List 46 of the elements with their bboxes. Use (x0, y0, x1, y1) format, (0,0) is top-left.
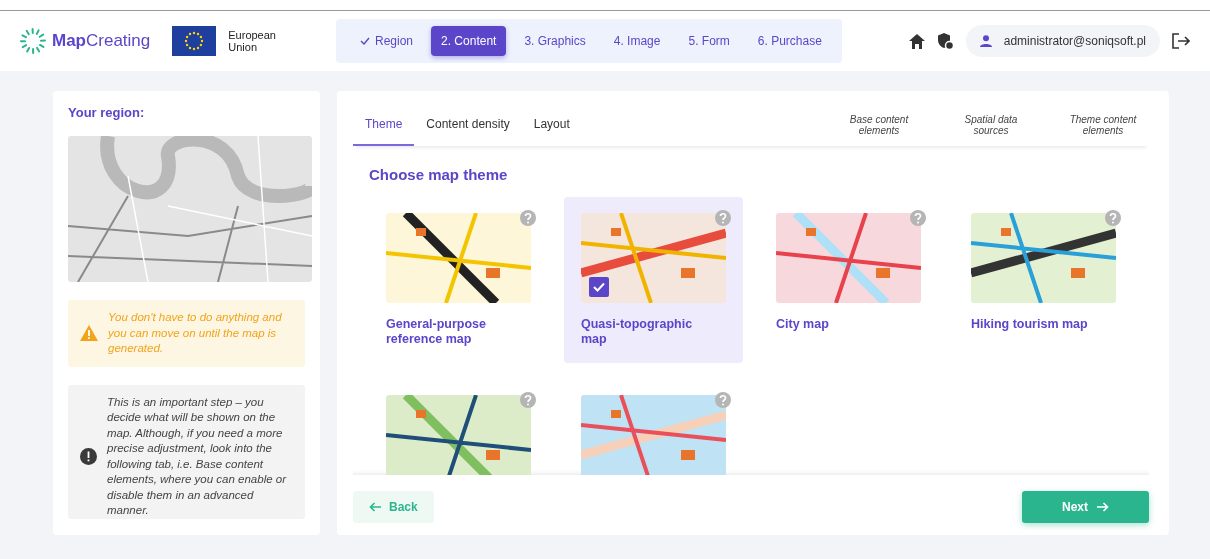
eu-label: European Union (228, 29, 277, 53)
warning-icon (80, 325, 98, 342)
advanced-tab[interactable]: Theme content elements (1057, 114, 1149, 136)
advanced-tab[interactable]: Base content elements (833, 114, 925, 136)
step-tab[interactable]: Region (350, 26, 424, 56)
checkbox-checked-icon[interactable] (589, 277, 609, 297)
user-menu[interactable]: administrator@soniqsoft.pl (965, 25, 1160, 57)
content-tab[interactable]: Layout (521, 105, 582, 146)
check-icon (360, 37, 370, 45)
theme-card[interactable]: City map (759, 197, 938, 363)
brand-name: MapCreating (52, 31, 151, 51)
eu-flag-icon (172, 26, 217, 56)
advanced-tab[interactable]: Spatial data sources (945, 114, 1037, 136)
step-tab[interactable]: 3. Graphics (514, 26, 596, 56)
user-email: administrator@soniqsoft.pl (1003, 34, 1146, 48)
note-text: You don't have to do anything and you can move on until the map is generated. (108, 310, 283, 356)
help-icon[interactable] (715, 210, 731, 226)
help-icon[interactable] (520, 392, 536, 408)
theme-title: Hiking tourism map (971, 317, 1089, 332)
content-tab[interactable]: Theme (353, 105, 415, 146)
user-icon (979, 35, 992, 47)
shield-gear-icon[interactable] (936, 32, 954, 50)
theme-title: City map (776, 317, 830, 332)
step-tab[interactable]: 2. Content (431, 26, 507, 56)
arrow-left-icon (369, 502, 381, 512)
help-icon[interactable] (520, 210, 536, 226)
help-icon[interactable] (715, 392, 731, 408)
theme-title: Quasi-topographic map (581, 317, 694, 347)
home-icon[interactable] (908, 33, 925, 49)
step-tab[interactable]: 6. Purchase (747, 26, 832, 56)
logo-icon (20, 28, 46, 54)
content-tab[interactable]: Content density (414, 105, 522, 146)
step-tab[interactable]: 4. Image (603, 26, 671, 56)
note-text: This is an important step – you decide what will be shown on the map. Although, if you need a more precise adjustment, look into the following tab, i.e. Base content elements, where you can enable or disable them in an advanced manner. (107, 394, 288, 518)
theme-title: General-purpose reference map (386, 317, 488, 347)
exclamation-icon (80, 448, 97, 465)
step-tab[interactable]: 5. Form (678, 26, 740, 56)
theme-card[interactable]: Quasi-topographic map (564, 197, 743, 363)
section-title: Choose map theme (369, 166, 509, 183)
theme-card[interactable]: Hiking tourism map (954, 197, 1133, 363)
help-icon[interactable] (1105, 210, 1121, 226)
help-icon[interactable] (910, 210, 926, 226)
theme-card[interactable]: General-purpose reference map (369, 197, 548, 363)
logout-icon[interactable] (1172, 33, 1190, 49)
arrow-right-icon (1097, 502, 1109, 512)
sidebar-title: Your region: (68, 105, 146, 120)
